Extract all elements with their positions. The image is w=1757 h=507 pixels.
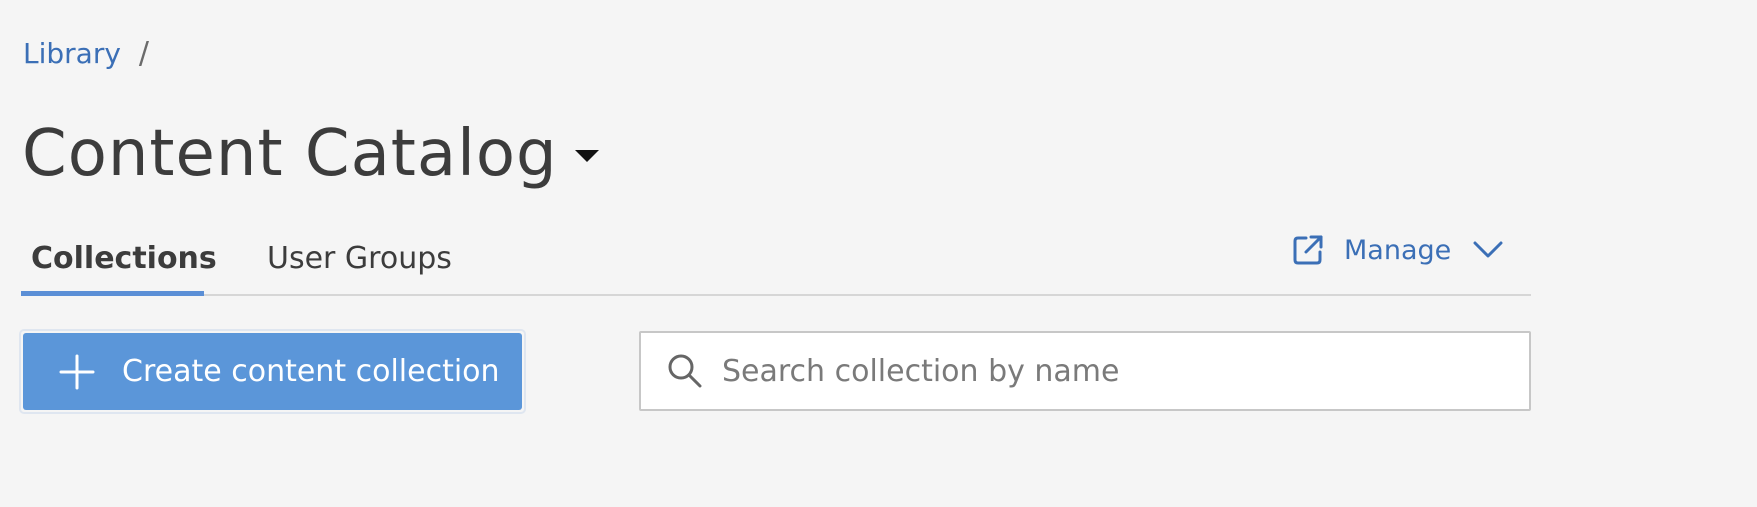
plus-icon [59, 354, 95, 389]
page-title: Content Catalog [22, 117, 558, 191]
breadcrumb: Library / [23, 34, 149, 74]
create-button-label: Create content collection [122, 354, 500, 389]
tab-collections[interactable]: Collections [21, 230, 217, 296]
page: Library / Content Catalog Collections Us… [0, 0, 1757, 507]
manage-menu-button[interactable]: Manage [1292, 228, 1503, 272]
catalog-title-dropdown[interactable]: Content Catalog [22, 112, 600, 196]
manage-label: Manage [1344, 234, 1452, 266]
search-input[interactable] [722, 341, 1502, 401]
create-button-body: Create content collection [23, 333, 522, 410]
external-link-icon [1293, 235, 1323, 265]
search-icon [668, 354, 702, 388]
breadcrumb-separator: / [138, 36, 150, 71]
chevron-down-icon [1473, 241, 1503, 258]
search-box [639, 331, 1531, 411]
breadcrumb-library-link[interactable]: Library [23, 34, 121, 74]
tab-user-groups[interactable]: User Groups [267, 230, 452, 296]
create-content-collection-button[interactable]: Create content collection [19, 329, 526, 414]
caret-down-icon [574, 150, 599, 162]
